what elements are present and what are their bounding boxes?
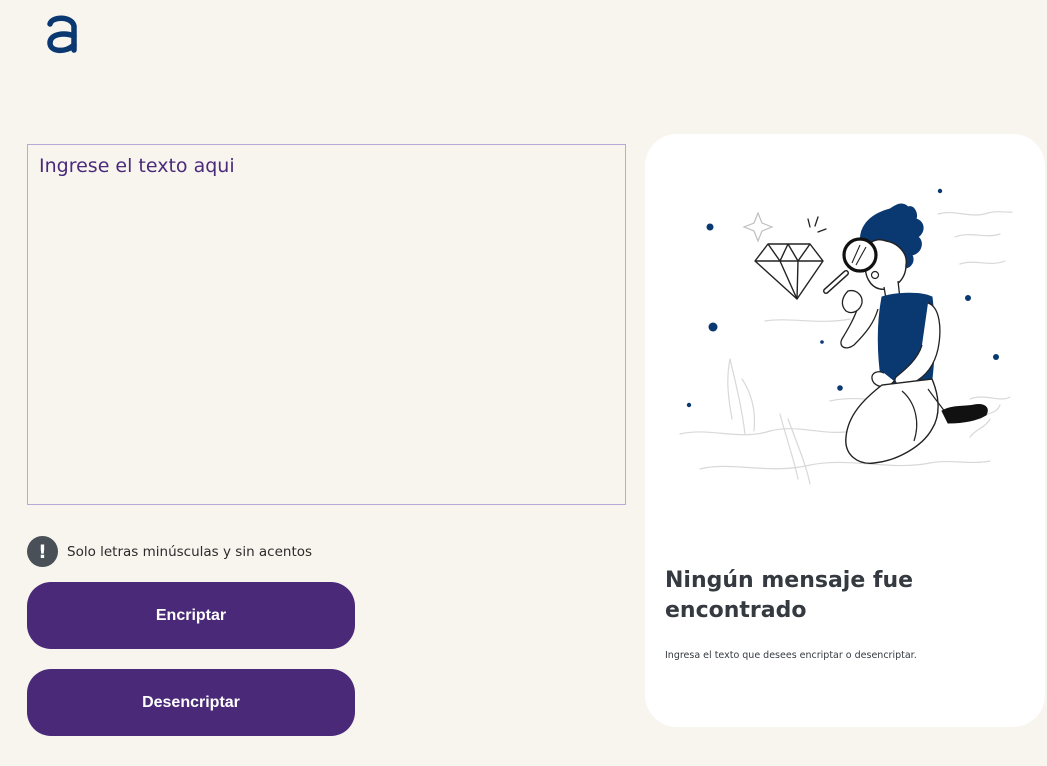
- notice: ! Solo letras minúsculas y sin acentos: [27, 536, 312, 567]
- encrypt-button[interactable]: Encriptar: [27, 582, 355, 649]
- logo: [44, 12, 80, 56]
- person-magnifying-glass-illustration: [679, 188, 1013, 485]
- text-input[interactable]: [27, 144, 626, 505]
- notice-text: Solo letras minúsculas y sin acentos: [67, 543, 313, 560]
- decrypt-button[interactable]: Desencriptar: [27, 669, 355, 736]
- output-panel: Ningún mensaje fue encontrado Ingresa el…: [645, 134, 1045, 727]
- empty-state-subtitle: Ingresa el texto que desees encriptar o …: [665, 650, 917, 661]
- alura-logo-icon: [47, 15, 77, 54]
- empty-state-title: Ningún mensaje fue encontrado: [665, 568, 914, 623]
- exclamation-icon: !: [27, 536, 58, 567]
